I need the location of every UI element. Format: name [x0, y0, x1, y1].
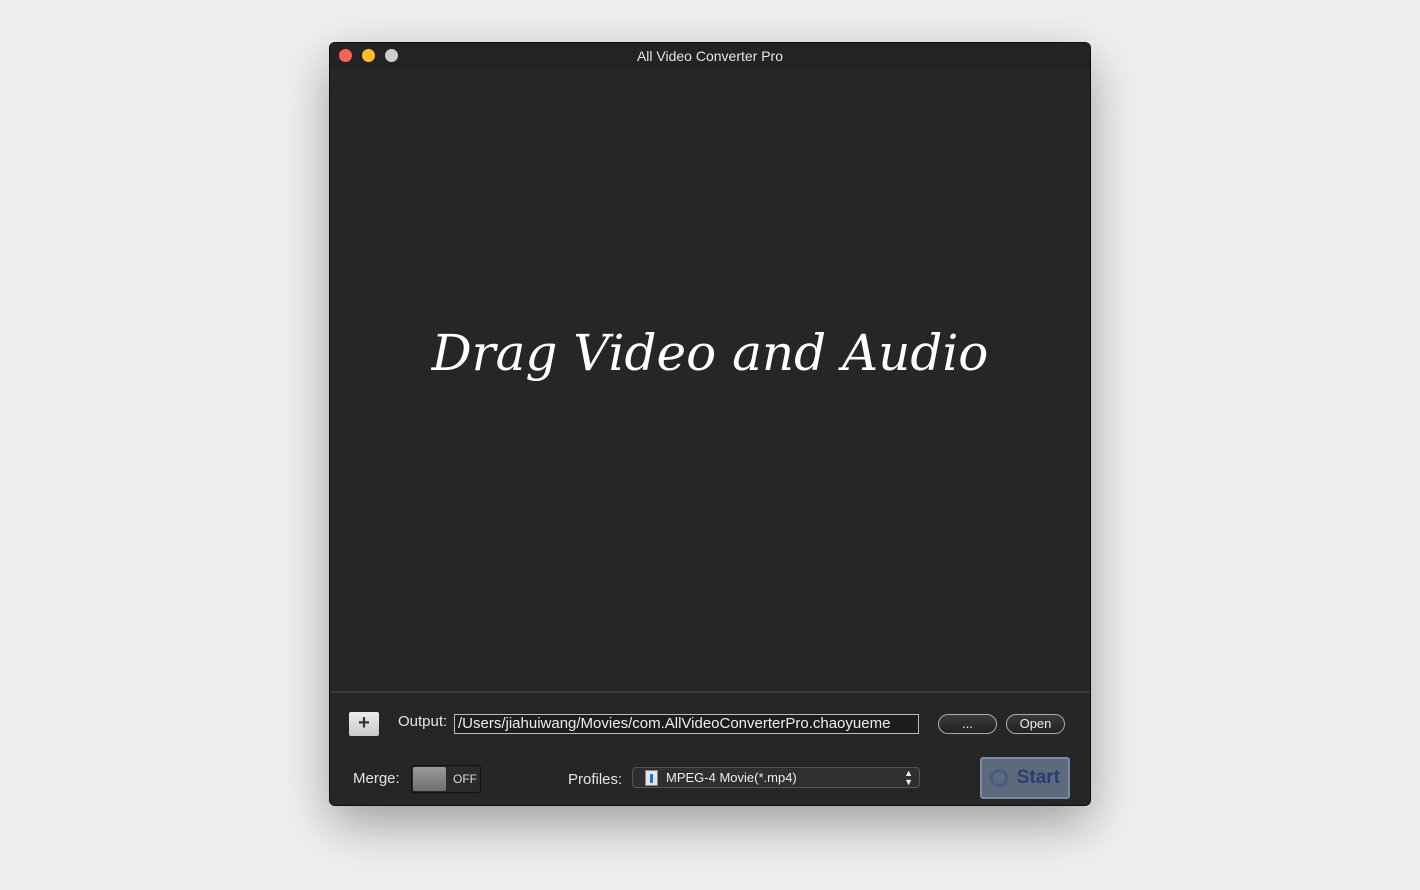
start-label: Start — [1016, 767, 1060, 788]
drop-zone-text: Drag Video and Audio — [431, 324, 989, 382]
merge-toggle[interactable]: OFF — [411, 765, 481, 793]
toggle-state: OFF — [453, 772, 477, 786]
convert-icon — [990, 769, 1008, 787]
open-button[interactable]: Open — [1006, 714, 1065, 734]
start-button[interactable]: Start — [980, 757, 1070, 799]
profile-value: MPEG-4 Movie(*.mp4) — [666, 770, 797, 785]
updown-chevron-icon: ▲ ▼ — [904, 768, 913, 787]
toggle-knob — [413, 767, 446, 791]
merge-label: Merge: — [353, 770, 400, 787]
output-label: Output: — [398, 713, 448, 730]
profiles-select[interactable]: MPEG-4 Movie(*.mp4) ▲ ▼ — [632, 767, 920, 788]
window-title: All Video Converter Pro — [636, 48, 784, 64]
app-window: All Video Converter Pro Drag Video and A… — [330, 43, 1090, 805]
profiles-label: Profiles: — [568, 771, 623, 788]
plus-icon: + — [358, 712, 370, 734]
add-file-button[interactable]: + — [349, 712, 379, 736]
browse-button[interactable]: ... — [938, 714, 997, 734]
drop-zone[interactable]: Drag Video and Audio — [330, 69, 1090, 691]
output-path-field[interactable]: /Users/jiahuiwang/Movies/com.AllVideoCon… — [454, 714, 919, 734]
bottom-panel: + Output: /Users/jiahuiwang/Movies/com.A… — [330, 691, 1090, 805]
title-bar: All Video Converter Pro — [330, 43, 1090, 69]
movie-file-icon — [645, 770, 658, 786]
